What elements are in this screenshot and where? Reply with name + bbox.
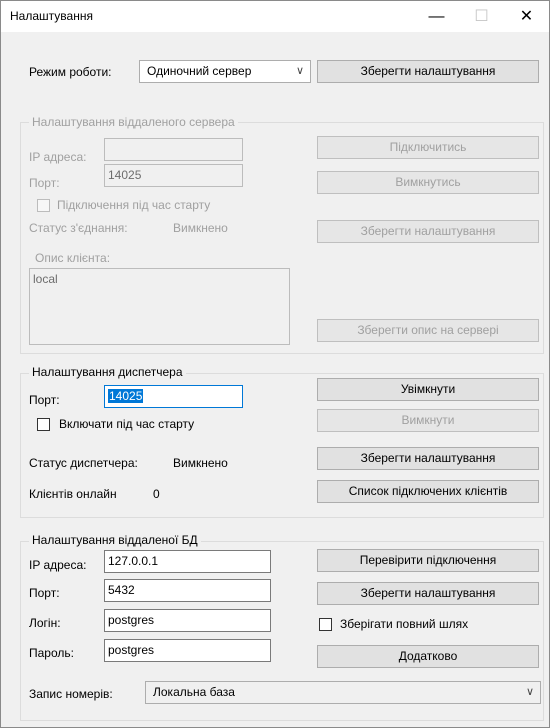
records-label: Запис номерів: bbox=[29, 687, 113, 701]
remote-server-group-title: Налаштування віддаленого сервера bbox=[29, 115, 238, 129]
connected-clients-list-button[interactable]: Список підключених клієнтів bbox=[317, 480, 539, 503]
db-login-label: Логін: bbox=[29, 616, 61, 630]
remote-save-settings-button[interactable]: Зберегти налаштування bbox=[317, 220, 539, 243]
db-port-input[interactable]: 5432 bbox=[104, 579, 271, 602]
db-port-label: Порт: bbox=[29, 586, 60, 600]
remote-ip-input[interactable] bbox=[104, 138, 243, 161]
connection-status-value: Вимкнено bbox=[173, 221, 228, 235]
dispatcher-save-settings-button[interactable]: Зберегти налаштування bbox=[317, 447, 539, 470]
mode-label: Режим роботи: bbox=[29, 65, 112, 79]
connect-button[interactable]: Підключитись bbox=[317, 136, 539, 159]
save-description-button[interactable]: Зберегти опис на сервері bbox=[317, 319, 539, 342]
connection-status-label: Статус з'єднання: bbox=[29, 221, 128, 235]
settings-window: Налаштування — ☐ ✕ Режим роботи: Одиночн… bbox=[0, 0, 550, 728]
db-password-input[interactable]: postgres bbox=[104, 639, 271, 662]
chevron-down-icon: ∨ bbox=[525, 686, 534, 698]
records-select-value: Локальна база bbox=[153, 685, 235, 699]
save-full-path-label: Зберігати повний шлях bbox=[340, 617, 469, 631]
db-ip-label: IP адреса: bbox=[29, 558, 87, 572]
mode-select-value: Одиночний сервер bbox=[147, 64, 252, 78]
db-save-settings-button[interactable]: Зберегти налаштування bbox=[317, 582, 539, 605]
enable-on-start-label: Включати під час старту bbox=[59, 417, 195, 431]
clients-online-label: Клієнтів онлайн bbox=[29, 487, 117, 501]
connect-on-start-label: Підключення під час старту bbox=[57, 198, 211, 212]
advanced-button[interactable]: Додатково bbox=[317, 645, 539, 668]
clients-online-count: 0 bbox=[153, 487, 160, 501]
check-connection-button[interactable]: Перевірити підключення bbox=[317, 549, 539, 572]
maximize-button[interactable]: ☐ bbox=[459, 1, 504, 32]
enable-on-start-checkbox[interactable] bbox=[37, 418, 50, 431]
connect-on-start-checkbox[interactable] bbox=[37, 199, 50, 212]
window-title: Налаштування bbox=[10, 9, 93, 23]
remote-ip-label: IP адреса: bbox=[29, 150, 87, 164]
save-settings-button[interactable]: Зберегти налаштування bbox=[317, 60, 539, 83]
remote-port-input[interactable]: 14025 bbox=[104, 164, 243, 187]
dispatcher-port-input[interactable]: 14025 bbox=[104, 385, 243, 408]
mode-select[interactable]: Одиночний сервер ∨ bbox=[139, 60, 311, 83]
save-full-path-checkbox[interactable] bbox=[319, 618, 332, 631]
dispatcher-status-label: Статус диспетчера: bbox=[29, 456, 138, 470]
minimize-button[interactable]: — bbox=[414, 1, 459, 32]
disable-dispatcher-button[interactable]: Вимкнути bbox=[317, 409, 539, 432]
dispatcher-group-title: Налаштування диспетчера bbox=[29, 365, 186, 379]
title-bar[interactable]: Налаштування — ☐ ✕ bbox=[1, 1, 549, 32]
remote-port-label: Порт: bbox=[29, 176, 60, 190]
db-login-input[interactable]: postgres bbox=[104, 609, 271, 632]
db-password-label: Пароль: bbox=[29, 646, 74, 660]
disconnect-button[interactable]: Вимкнутись bbox=[317, 171, 539, 194]
enable-dispatcher-button[interactable]: Увімкнути bbox=[317, 378, 539, 401]
remote-db-group-title: Налаштування віддаленої БД bbox=[29, 533, 201, 547]
chevron-down-icon: ∨ bbox=[295, 65, 304, 77]
dispatcher-port-value: 14025 bbox=[108, 389, 144, 403]
records-select[interactable]: Локальна база ∨ bbox=[145, 681, 541, 704]
dispatcher-status-value: Вимкнено bbox=[173, 456, 228, 470]
close-button[interactable]: ✕ bbox=[504, 1, 549, 32]
client-description-textarea[interactable]: local bbox=[29, 268, 290, 345]
dispatcher-port-label: Порт: bbox=[29, 393, 60, 407]
client-description-label: Опис клієнта: bbox=[35, 251, 111, 265]
db-ip-input[interactable]: 127.0.0.1 bbox=[104, 550, 271, 573]
